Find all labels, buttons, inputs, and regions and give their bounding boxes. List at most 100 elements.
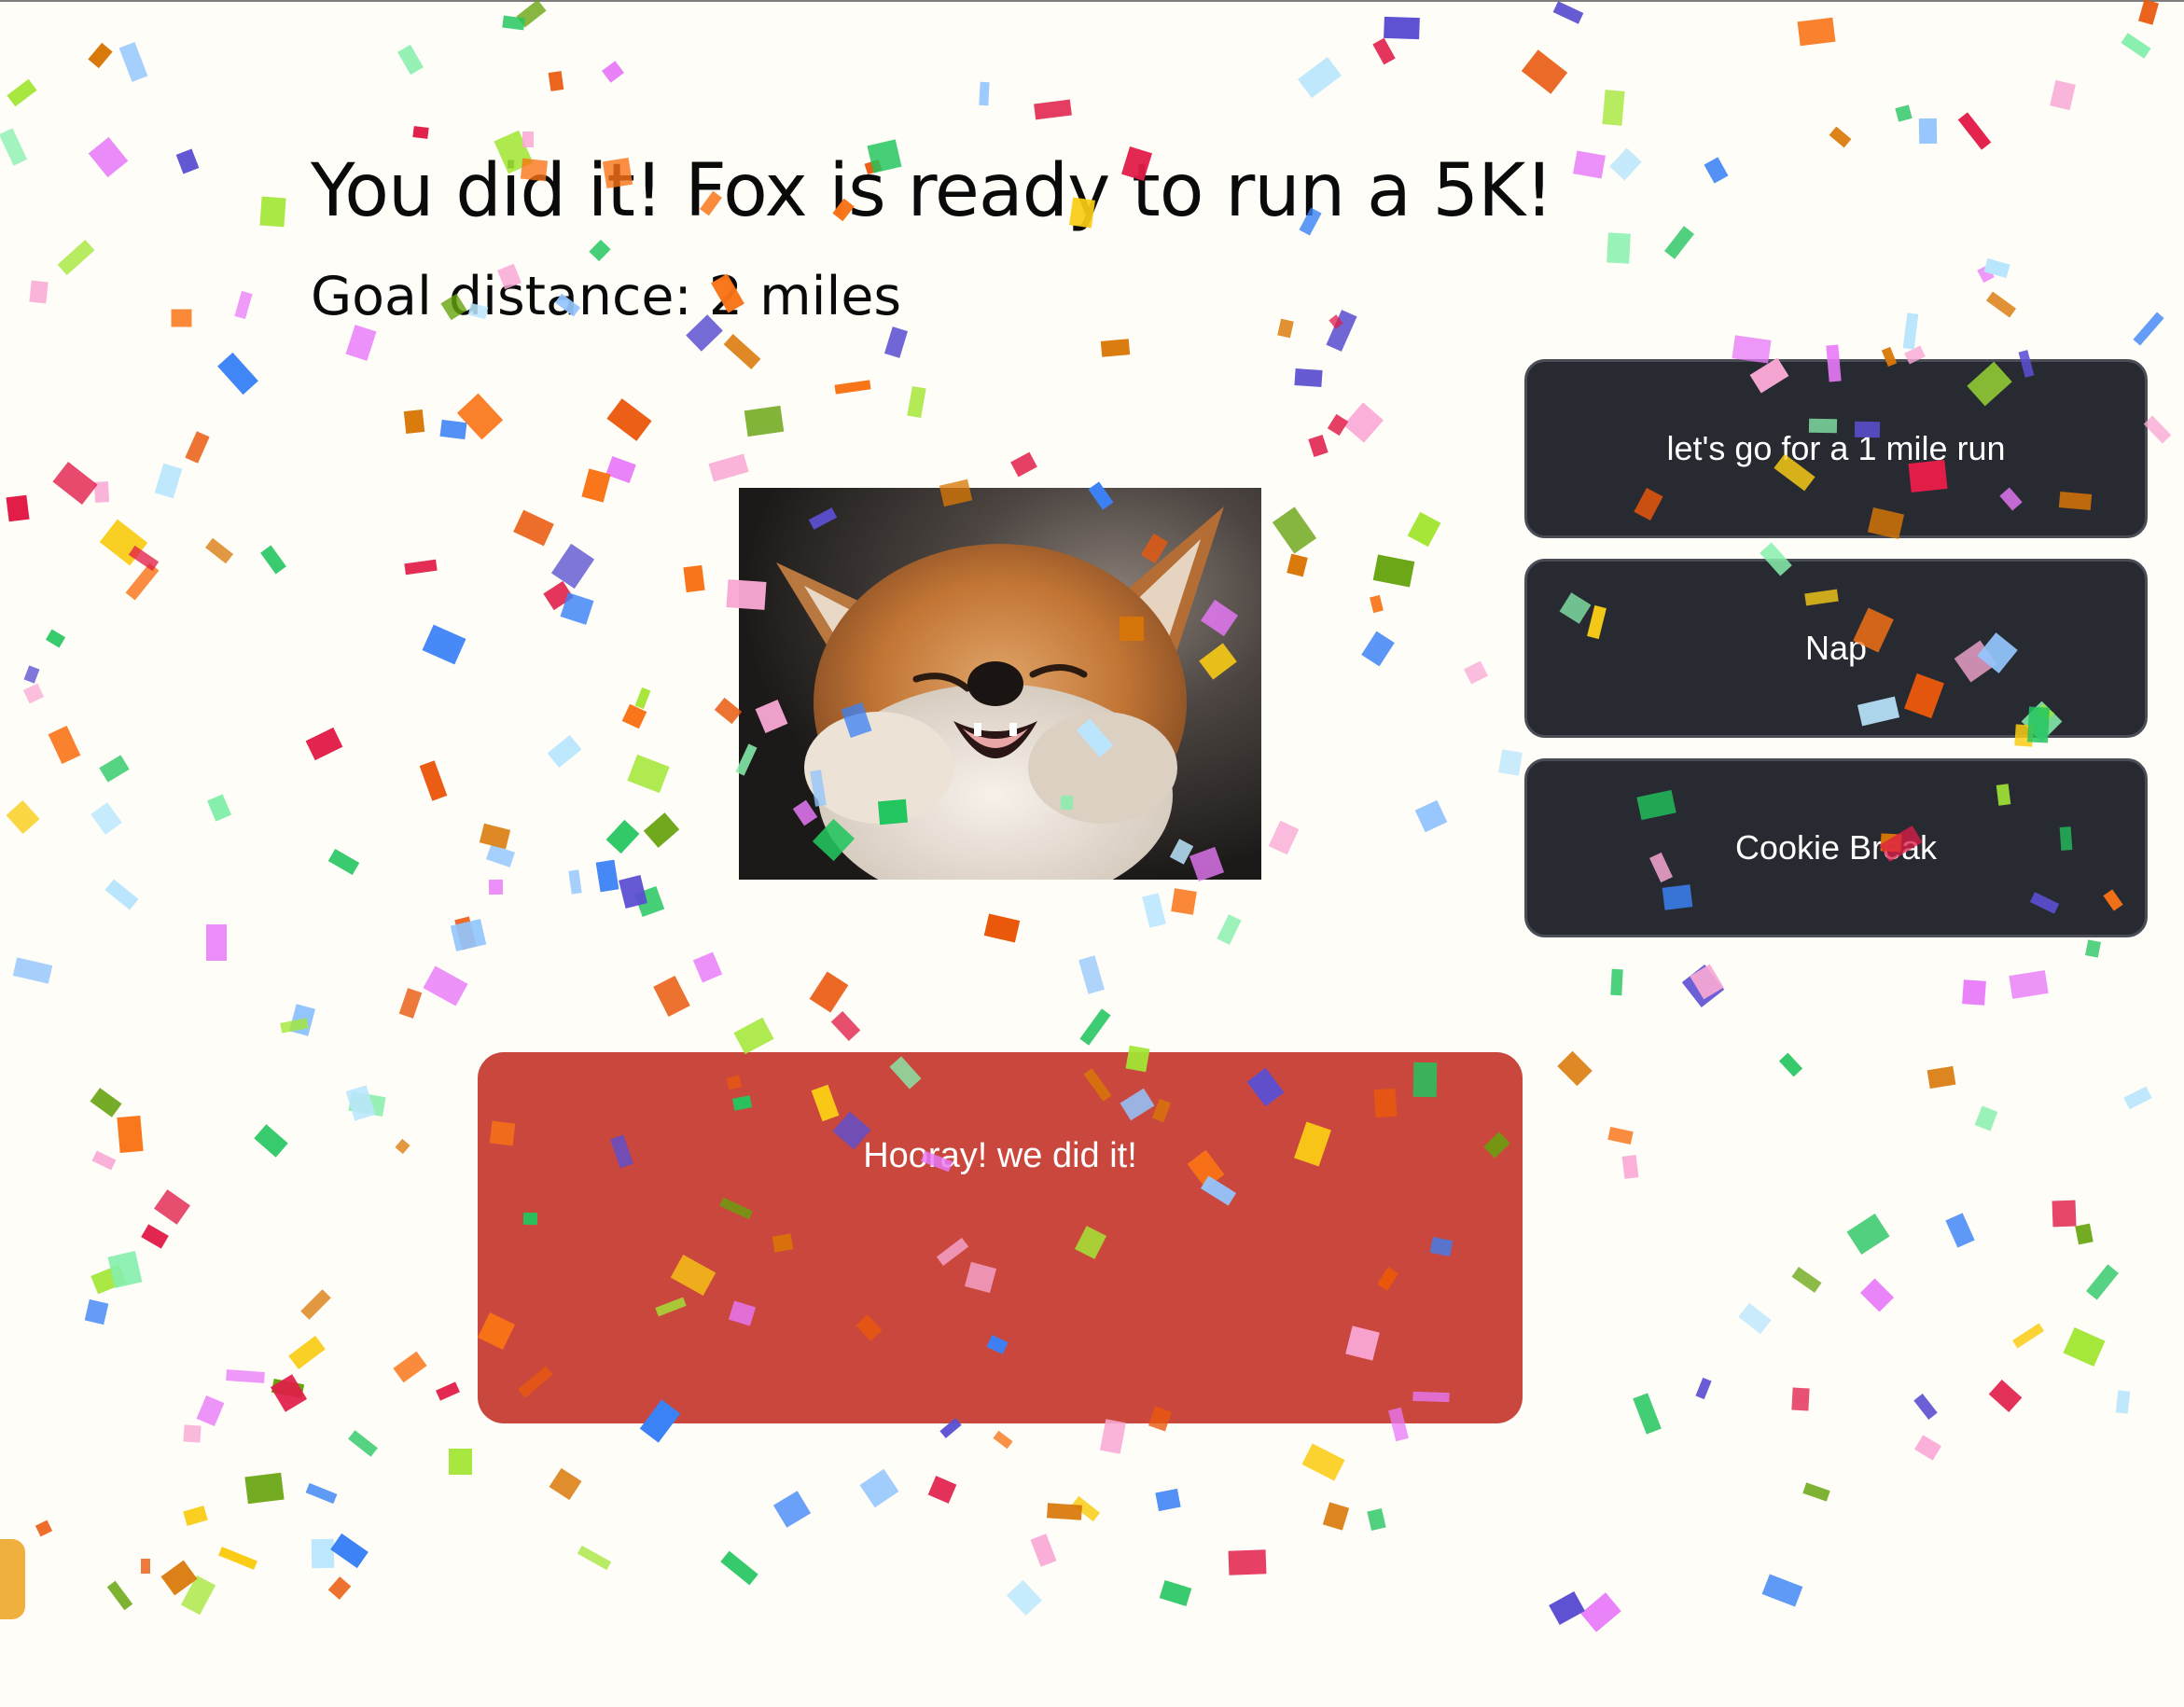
- confetti-piece: [1326, 310, 1357, 352]
- confetti-piece: [1609, 147, 1642, 181]
- confetti-piece: [1607, 232, 1631, 264]
- confetti-piece: [485, 844, 516, 867]
- confetti-piece: [1664, 226, 1694, 259]
- celebrate-button[interactable]: Hooray! we did it!: [478, 1052, 1523, 1423]
- run-one-mile-button[interactable]: let's go for a 1 mile run: [1524, 359, 2148, 538]
- confetti-piece: [141, 1559, 150, 1574]
- confetti-piece: [288, 1335, 326, 1370]
- confetti-piece: [260, 545, 286, 575]
- confetti-piece: [2052, 1200, 2077, 1228]
- confetti-piece: [154, 463, 183, 499]
- confetti-piece: [634, 687, 651, 710]
- page-title: You did it! Fox is ready to run a 5K!: [311, 149, 1554, 233]
- confetti-piece: [450, 919, 487, 951]
- confetti-piece: [439, 419, 467, 440]
- confetti-piece: [29, 280, 49, 304]
- confetti-piece: [117, 1115, 144, 1154]
- confetti-piece: [141, 1224, 169, 1249]
- confetti-piece: [1552, 1, 1584, 24]
- confetti-piece: [605, 456, 636, 483]
- confetti-piece: [1557, 1050, 1593, 1087]
- confetti-piece: [683, 564, 705, 593]
- confetti-piece: [1100, 339, 1131, 357]
- confetti-piece: [57, 240, 95, 275]
- confetti-piece: [6, 799, 40, 835]
- confetti-piece: [1918, 118, 1938, 145]
- confetti-piece: [522, 132, 534, 147]
- confetti-piece: [502, 15, 525, 31]
- confetti-piece: [1983, 257, 2010, 279]
- confetti-piece: [1046, 1503, 1083, 1520]
- confetti-piece: [327, 1576, 352, 1600]
- confetti-piece: [1272, 507, 1317, 554]
- confetti-piece: [422, 624, 466, 665]
- confetti-piece: [419, 760, 448, 801]
- confetti-piece: [1957, 112, 1992, 150]
- confetti-piece: [979, 81, 990, 106]
- confetti-piece: [1030, 1534, 1057, 1567]
- confetti-piece: [595, 859, 619, 893]
- confetti-piece: [1859, 1278, 1895, 1312]
- confetti-piece: [454, 916, 477, 951]
- confetti-piece: [22, 683, 45, 704]
- confetti-piece: [1322, 1502, 1350, 1531]
- confetti-piece: [621, 703, 647, 729]
- confetti-piece: [91, 1150, 117, 1171]
- confetti-piece: [1343, 402, 1384, 443]
- confetti-piece: [106, 1580, 133, 1611]
- confetti-piece: [605, 819, 640, 854]
- confetti-piece: [1414, 799, 1448, 833]
- confetti-piece: [423, 965, 468, 1006]
- confetti-piece: [1895, 104, 1913, 122]
- confetti-piece: [90, 802, 122, 835]
- side-tab[interactable]: [0, 1539, 25, 1619]
- confetti-piece: [348, 1090, 386, 1117]
- goal-distance: Goal distance: 2 miles: [311, 266, 902, 327]
- confetti-piece: [348, 1430, 378, 1457]
- confetti-piece: [479, 823, 511, 850]
- confetti-piece: [772, 1491, 812, 1528]
- confetti-piece: [834, 380, 871, 395]
- confetti-piece: [449, 1449, 472, 1475]
- confetti-piece: [627, 754, 670, 794]
- confetti-piece: [12, 957, 53, 984]
- confetti-piece: [1384, 16, 1420, 40]
- confetti-piece: [185, 431, 210, 464]
- confetti-piece: [830, 1010, 861, 1042]
- confetti-piece: [104, 879, 139, 910]
- confetti-piece: [1301, 1443, 1345, 1481]
- confetti-piece: [2050, 79, 2076, 111]
- confetti-piece: [1690, 964, 1724, 1000]
- confetti-piece: [1372, 554, 1415, 588]
- confetti-piece: [0, 128, 28, 166]
- confetti-piece: [398, 988, 423, 1019]
- confetti-piece: [1099, 1419, 1127, 1454]
- confetti-piece: [436, 1381, 460, 1401]
- confetti-piece: [1228, 1549, 1267, 1575]
- confetti-piece: [983, 913, 1021, 943]
- cookie-break-button[interactable]: Cookie Break: [1524, 758, 2148, 937]
- nap-button[interactable]: Nap: [1524, 559, 2148, 738]
- confetti-piece: [305, 727, 343, 761]
- confetti-piece: [1308, 435, 1328, 457]
- confetti-piece: [1217, 914, 1242, 945]
- confetti-piece: [88, 42, 113, 69]
- confetti-piece: [2012, 1323, 2044, 1349]
- confetti-piece: [393, 1351, 427, 1383]
- confetti-piece: [643, 812, 680, 848]
- confetti-piece: [1372, 37, 1396, 65]
- confetti-piece: [397, 44, 424, 76]
- confetti-piece: [125, 562, 160, 601]
- confetti-piece: [1633, 1393, 1662, 1435]
- confetti-piece: [160, 1560, 198, 1596]
- confetti-piece: [1704, 157, 1729, 184]
- confetti-piece: [1268, 820, 1300, 855]
- confetti-piece: [744, 405, 785, 437]
- confetti-piece: [1797, 17, 1836, 47]
- confetti-piece: [35, 1520, 53, 1537]
- fox-photo: [739, 488, 1261, 880]
- confetti-piece: [345, 325, 377, 361]
- confetti-piece: [589, 239, 611, 262]
- confetti-piece: [218, 1547, 257, 1570]
- confetti-piece: [128, 545, 160, 572]
